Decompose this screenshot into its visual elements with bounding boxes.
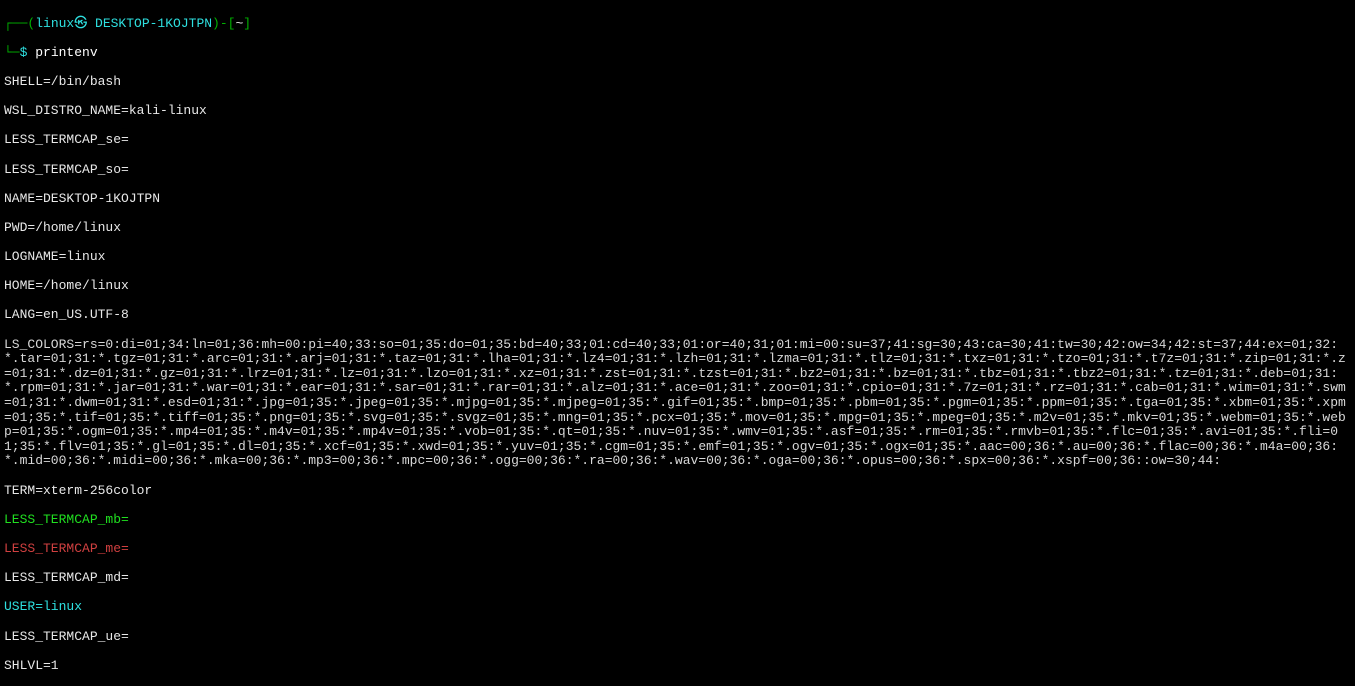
env-less-se: LESS_TERMCAP_se=: [4, 133, 1351, 148]
env-user: USER=linux: [4, 600, 1351, 615]
prompt-user-host: linux㉿ DESKTOP-1KOJTPN: [35, 16, 212, 31]
prompt-line-2: └─$ printenv: [4, 46, 1351, 61]
env-ls-colors: LS_COLORS=rs=0:di=01;34:ln=01;36:mh=00:p…: [4, 338, 1351, 469]
prompt-line-1: ┌──(linux㉿ DESKTOP-1KOJTPN)-[~]: [4, 17, 1351, 32]
prompt-paren-close: )-[: [212, 16, 235, 31]
env-less-md: LESS_TERMCAP_md=: [4, 571, 1351, 586]
env-pwd: PWD=/home/linux: [4, 221, 1351, 236]
env-logname: LOGNAME=linux: [4, 250, 1351, 265]
terminal-output[interactable]: ┌──(linux㉿ DESKTOP-1KOJTPN)-[~] └─$ prin…: [0, 0, 1355, 686]
prompt-sigil: $: [20, 45, 36, 60]
env-name: NAME=DESKTOP-1KOJTPN: [4, 192, 1351, 207]
env-lang: LANG=en_US.UTF-8: [4, 308, 1351, 323]
env-less-ue: LESS_TERMCAP_ue=: [4, 630, 1351, 645]
env-less-so: LESS_TERMCAP_so=: [4, 163, 1351, 178]
prompt-corner-top: ┌──: [4, 16, 27, 31]
prompt-bracket-close: ]: [243, 16, 251, 31]
env-term: TERM=xterm-256color: [4, 484, 1351, 499]
env-shlvl: SHLVL=1: [4, 659, 1351, 674]
env-home: HOME=/home/linux: [4, 279, 1351, 294]
command-text: printenv: [35, 45, 97, 60]
prompt-corner-bot: └─: [4, 45, 20, 60]
env-shell: SHELL=/bin/bash: [4, 75, 1351, 90]
env-wsl-distro: WSL_DISTRO_NAME=kali-linux: [4, 104, 1351, 119]
env-less-mb: LESS_TERMCAP_mb=: [4, 513, 1351, 528]
env-less-me: LESS_TERMCAP_me=: [4, 542, 1351, 557]
